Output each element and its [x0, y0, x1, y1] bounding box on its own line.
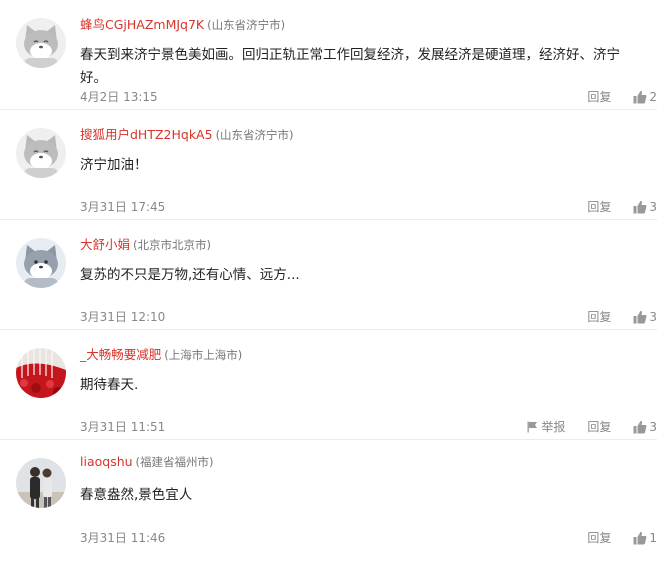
comment-text: 期待春天. [80, 377, 139, 393]
avatar[interactable] [16, 18, 66, 68]
like-button[interactable]: 3 [633, 307, 657, 327]
report-button[interactable]: 举报 [527, 417, 565, 437]
reply-button[interactable]: 回复 [587, 197, 611, 217]
like-count: 3 [649, 200, 657, 214]
comment-item: _大畅畅要减肥 (上海市上海市) 期待春天. 3月31日 11:51 举报 回复 … [0, 330, 657, 440]
blue-cat-avatar-icon [16, 238, 66, 288]
comment-actions: 举报 回复 3 [527, 417, 657, 437]
thumbs-up-icon [633, 90, 647, 104]
like-count: 3 [649, 310, 657, 324]
comment-time: 3月31日 12:10 [80, 310, 166, 324]
user-location: (福建省福州市) [135, 455, 214, 469]
comment-item: liaoqshu (福建省福州市) 春意盎然,景色宜人 3月31日 11:46 回… [0, 440, 657, 550]
comment-list: 蜂鸟CGjHAZmMJq7K (山东省济宁市) 春天到来济宁景色美如画。回归正轨正… [0, 0, 669, 550]
reply-button[interactable]: 回复 [587, 417, 611, 437]
thumbs-up-icon [633, 531, 647, 545]
comment-time: 3月31日 17:45 [80, 200, 166, 214]
user-location: (北京市北京市) [133, 238, 211, 252]
username-link[interactable]: 搜狐用户dHTZ2HqkA5 [80, 127, 213, 142]
like-count: 3 [649, 420, 657, 434]
comment-meta: _大畅畅要减肥 (上海市上海市) [80, 344, 242, 363]
comment-text: 春意盎然,景色宜人 [80, 487, 193, 503]
username-link[interactable]: _大畅畅要减肥 [80, 347, 161, 362]
avatar[interactable] [16, 458, 66, 508]
thumbs-up-icon [633, 310, 647, 324]
comment-meta: liaoqshu (福建省福州市) [80, 454, 214, 470]
thumbs-up-icon [633, 200, 647, 214]
flag-icon [527, 421, 538, 433]
like-button[interactable]: 1 [633, 528, 657, 548]
comment-time: 3月31日 11:51 [80, 420, 166, 434]
comment-text: 复苏的不只是万物,还有心情、远方... [80, 267, 300, 283]
comment-meta: 大舒小娟 (北京市北京市) [80, 234, 211, 253]
avatar[interactable] [16, 238, 66, 288]
cat-avatar-icon [16, 128, 66, 178]
comment-item: 大舒小娟 (北京市北京市) 复苏的不只是万物,还有心情、远方... 3月31日 1… [0, 220, 657, 330]
comment-item: 蜂鸟CGjHAZmMJq7K (山东省济宁市) 春天到来济宁景色美如画。回归正轨正… [0, 0, 657, 110]
flower-photo-avatar-icon [16, 348, 66, 398]
couple-photo-avatar-icon [16, 458, 66, 508]
user-location: (山东省济宁市) [207, 18, 286, 32]
like-count: 2 [649, 90, 657, 104]
comment-time: 3月31日 11:46 [80, 531, 166, 545]
user-location: (山东省济宁市) [215, 128, 294, 142]
avatar[interactable] [16, 128, 66, 178]
comment-actions: 回复 3 [587, 197, 657, 217]
user-location: (上海市上海市) [164, 348, 243, 362]
reply-button[interactable]: 回复 [587, 307, 611, 327]
like-button[interactable]: 3 [633, 197, 657, 217]
comment-text: 济宁加油！ [80, 157, 148, 173]
username-link[interactable]: 大舒小娟 [80, 237, 130, 252]
like-button[interactable]: 3 [633, 417, 657, 437]
comment-item: 搜狐用户dHTZ2HqkA5 (山东省济宁市) 济宁加油！ 3月31日 17:45… [0, 110, 657, 220]
comment-actions: 回复 1 [587, 528, 657, 548]
comment-meta: 蜂鸟CGjHAZmMJq7K (山东省济宁市) [80, 14, 285, 33]
comment-time: 4月2日 13:15 [80, 90, 158, 104]
like-count: 1 [649, 531, 657, 545]
thumbs-up-icon [633, 420, 647, 434]
avatar[interactable] [16, 348, 66, 398]
comment-meta: 搜狐用户dHTZ2HqkA5 (山东省济宁市) [80, 124, 294, 143]
username-link[interactable]: 蜂鸟CGjHAZmMJq7K [80, 17, 204, 32]
comment-actions: 回复 3 [587, 307, 657, 327]
reply-button[interactable]: 回复 [587, 87, 611, 107]
report-label: 举报 [541, 420, 566, 434]
comment-actions: 回复 2 [587, 87, 657, 107]
reply-button[interactable]: 回复 [587, 528, 611, 548]
like-button[interactable]: 2 [633, 87, 657, 107]
username-link[interactable]: liaoqshu [80, 454, 133, 469]
comment-text: 春天到来济宁景色美如画。回归正轨正常工作回复经济，发展经济是硬道理，经济好、济宁… [80, 47, 620, 86]
cat-avatar-icon [16, 18, 66, 68]
